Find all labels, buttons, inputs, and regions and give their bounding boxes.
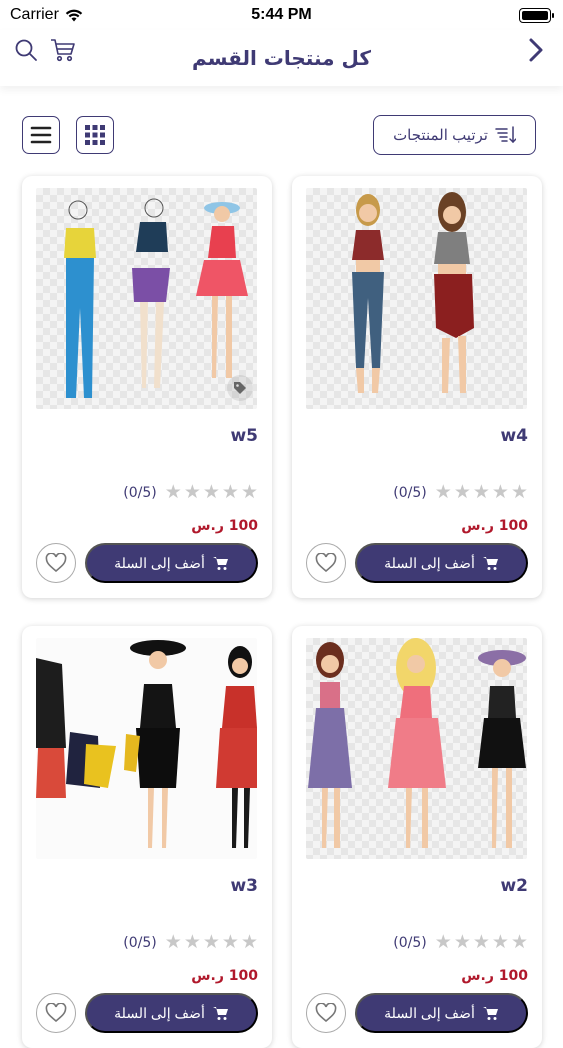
star-icon: ★ bbox=[434, 481, 452, 503]
rating-text: (0/5) bbox=[123, 934, 157, 951]
list-view-icon bbox=[30, 126, 52, 144]
product-image[interactable] bbox=[306, 638, 527, 859]
star-icon: ★ bbox=[491, 931, 509, 953]
carrier-label: Carrier bbox=[10, 6, 59, 23]
heart-icon bbox=[315, 553, 337, 573]
star-icon: ★ bbox=[453, 481, 471, 503]
back-arrow-icon bbox=[529, 38, 543, 62]
product-rating: (0/5) ★ ★ ★ ★ ★ bbox=[123, 933, 258, 952]
battery-icon bbox=[519, 7, 554, 23]
add-to-cart-button[interactable]: أضف إلى السلة bbox=[355, 993, 528, 1033]
star-icon: ★ bbox=[183, 931, 201, 953]
star-icon: ★ bbox=[240, 481, 258, 503]
product-image[interactable] bbox=[306, 188, 527, 409]
header: كل منتجات القسم bbox=[0, 30, 563, 86]
star-icon: ★ bbox=[240, 931, 258, 953]
star-icon: ★ bbox=[510, 481, 528, 503]
star-icon: ★ bbox=[221, 481, 239, 503]
add-to-cart-button[interactable]: أضف إلى السلة bbox=[85, 543, 258, 583]
product-price: 100 ر.س bbox=[191, 518, 258, 534]
product-name[interactable]: w5 bbox=[230, 426, 258, 446]
add-to-cart-label: أضف إلى السلة bbox=[114, 554, 205, 571]
grid-view-icon bbox=[85, 125, 105, 145]
status-bar: Carrier 5:44 PM bbox=[0, 0, 563, 30]
product-card[interactable]: w5 (0/5) ★ ★ ★ ★ ★ 100 ر.س أضف إلى السلة bbox=[22, 176, 272, 598]
product-rating: (0/5) ★ ★ ★ ★ ★ bbox=[393, 933, 528, 952]
rating-text: (0/5) bbox=[393, 934, 427, 951]
sort-button[interactable]: ترتيب المنتجات bbox=[373, 115, 536, 155]
product-card[interactable]: w4 (0/5) ★ ★ ★ ★ ★ 100 ر.س أضف إلى السلة bbox=[292, 176, 542, 598]
add-to-cart-button[interactable]: أضف إلى السلة bbox=[85, 993, 258, 1033]
status-left: Carrier bbox=[10, 6, 83, 24]
product-name[interactable]: w3 bbox=[230, 876, 258, 896]
star-icon: ★ bbox=[164, 931, 182, 953]
star-icon: ★ bbox=[510, 931, 528, 953]
star-icon: ★ bbox=[491, 481, 509, 503]
cart-icon bbox=[482, 556, 498, 570]
add-to-cart-button[interactable]: أضف إلى السلة bbox=[355, 543, 528, 583]
cart-icon bbox=[51, 39, 75, 62]
list-view-button[interactable] bbox=[22, 116, 60, 154]
cart-button[interactable] bbox=[50, 38, 76, 62]
product-price: 100 ر.س bbox=[461, 518, 528, 534]
favorite-button[interactable] bbox=[306, 543, 346, 583]
star-icon: ★ bbox=[434, 931, 452, 953]
product-card[interactable]: w3 (0/5) ★ ★ ★ ★ ★ 100 ر.س أضف إلى السلة bbox=[22, 626, 272, 1048]
search-button[interactable] bbox=[14, 38, 38, 62]
product-price: 100 ر.س bbox=[191, 968, 258, 984]
heart-icon bbox=[315, 1003, 337, 1023]
product-rating: (0/5) ★ ★ ★ ★ ★ bbox=[123, 483, 258, 502]
favorite-button[interactable] bbox=[36, 993, 76, 1033]
star-icon: ★ bbox=[472, 481, 490, 503]
add-to-cart-label: أضف إلى السلة bbox=[384, 1004, 475, 1021]
star-icon: ★ bbox=[472, 931, 490, 953]
product-name[interactable]: w4 bbox=[500, 426, 528, 446]
product-name[interactable]: w2 bbox=[500, 876, 528, 896]
product-image[interactable] bbox=[36, 188, 257, 409]
cart-icon bbox=[212, 1006, 228, 1020]
heart-icon bbox=[45, 553, 67, 573]
tag-icon bbox=[227, 375, 253, 401]
favorite-button[interactable] bbox=[36, 543, 76, 583]
page-title: كل منتجات القسم bbox=[192, 46, 371, 70]
sort-icon bbox=[495, 126, 516, 144]
toolbar: ترتيب المنتجات bbox=[0, 114, 563, 156]
star-icon: ★ bbox=[453, 931, 471, 953]
star-icon: ★ bbox=[183, 481, 201, 503]
cart-icon bbox=[482, 1006, 498, 1020]
product-rating: (0/5) ★ ★ ★ ★ ★ bbox=[393, 483, 528, 502]
status-time: 5:44 PM bbox=[251, 6, 312, 23]
wifi-icon bbox=[65, 9, 83, 21]
rating-text: (0/5) bbox=[393, 484, 427, 501]
heart-icon bbox=[45, 1003, 67, 1023]
sort-label: ترتيب المنتجات bbox=[393, 127, 488, 144]
product-card[interactable]: w2 (0/5) ★ ★ ★ ★ ★ 100 ر.س أضف إلى السلة bbox=[292, 626, 542, 1048]
star-icon: ★ bbox=[202, 931, 220, 953]
add-to-cart-label: أضف إلى السلة bbox=[114, 1004, 205, 1021]
product-image[interactable] bbox=[36, 638, 257, 859]
favorite-button[interactable] bbox=[306, 993, 346, 1033]
search-icon bbox=[15, 39, 37, 61]
back-button[interactable] bbox=[527, 36, 545, 64]
star-icon: ★ bbox=[164, 481, 182, 503]
product-price: 100 ر.س bbox=[461, 968, 528, 984]
cart-icon bbox=[212, 556, 228, 570]
star-icon: ★ bbox=[221, 931, 239, 953]
header-actions bbox=[14, 38, 76, 62]
add-to-cart-label: أضف إلى السلة bbox=[384, 554, 475, 571]
rating-text: (0/5) bbox=[123, 484, 157, 501]
star-icon: ★ bbox=[202, 481, 220, 503]
grid-view-button[interactable] bbox=[76, 116, 114, 154]
